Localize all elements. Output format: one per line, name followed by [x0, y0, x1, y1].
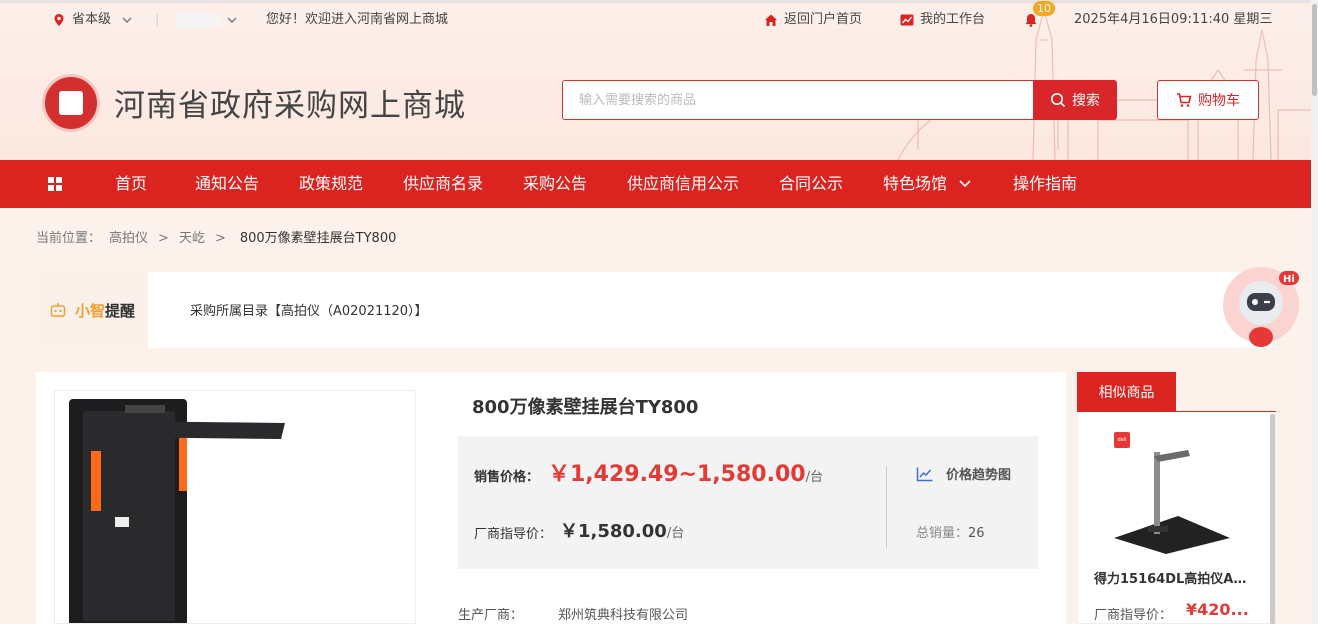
home-icon: [765, 14, 777, 26]
region-selector[interactable]: 省本级: [52, 0, 133, 40]
category-grid-icon[interactable]: [48, 177, 62, 191]
manufacturer-row: 生产厂商： 郑州筑典科技有限公司: [458, 604, 688, 623]
trend-chart-icon: [916, 467, 933, 481]
nav-item-guide[interactable]: 操作指南: [1013, 160, 1077, 208]
user-menu[interactable]: [176, 0, 238, 40]
total-sales-value: 26: [968, 526, 985, 541]
portal-home-label: 返回门户首页: [784, 12, 863, 27]
robot-icon: [50, 303, 66, 317]
breadcrumb-separator: >: [158, 231, 169, 246]
emblem-icon: [59, 91, 83, 115]
price-divider: [886, 466, 887, 548]
product-title: 800万像素壁挂展台TY800: [472, 397, 699, 418]
chevron-down-icon: [959, 180, 971, 188]
svg-text:Hi: Hi: [1283, 274, 1295, 285]
site-logo[interactable]: [42, 74, 100, 132]
search-input[interactable]: [563, 81, 1033, 119]
breadcrumb-link-category[interactable]: 高拍仪: [109, 229, 148, 249]
search-button-label: 搜索: [1072, 93, 1100, 109]
region-label: 省本级: [72, 12, 112, 27]
search-button[interactable]: 搜索: [1033, 80, 1117, 120]
username-redacted: [176, 13, 220, 27]
manufacturer-label: 生产厂商：: [458, 608, 524, 623]
sale-price-value: ￥1,429.49~1,580.00: [548, 462, 806, 487]
breadcrumb-separator: >: [214, 231, 226, 246]
cart-icon: [1177, 93, 1192, 107]
assistant-robot-icon[interactable]: Hi: [1221, 265, 1303, 355]
search-icon: [1051, 93, 1066, 108]
manufacturer-value: 郑州筑典科技有限公司: [558, 608, 689, 623]
datetime-display: 2025年4月16日09:11:40 星期三: [1074, 12, 1273, 27]
nav-item-policies[interactable]: 政策规范: [299, 160, 363, 208]
location-pin-icon: [54, 14, 64, 26]
nav-item-procurement[interactable]: 采购公告: [523, 160, 587, 208]
similar-product-image: [1114, 450, 1230, 554]
sale-price-unit: /台: [805, 470, 823, 485]
portal-home-link[interactable]: 返回门户首页: [764, 0, 862, 40]
guide-price-label: 厂商指导价：: [474, 527, 553, 542]
price-trend-link[interactable]: 价格趋势图: [916, 464, 1011, 483]
sale-price-label: 销售价格：: [474, 470, 540, 485]
sale-price: ￥1,429.49~1,580.00/台: [548, 456, 823, 488]
guide-price-unit: /台: [666, 526, 685, 541]
breadcrumb-current: 800万像素壁挂展台TY800: [239, 231, 397, 246]
total-sales-label: 总销量：: [916, 526, 969, 541]
cart-button-label: 购物车: [1198, 93, 1240, 109]
nav-item-featured[interactable]: 特色场馆: [883, 160, 947, 208]
divider: |: [155, 12, 160, 27]
chart-icon: [900, 14, 914, 26]
catalog-tip-text: 采购所属目录【高拍仪（A02021120）】: [190, 304, 428, 319]
price-trend-label: 价格趋势图: [946, 468, 1012, 483]
guide-price: ￥1,580.00/台: [560, 517, 684, 543]
site-title: 河南省政府采购网上商城: [114, 88, 466, 124]
nav-item-credit[interactable]: 供应商信用公示: [627, 160, 739, 208]
main-nav: 首页 通知公告 政策规范 供应商名录 采购公告 供应商信用公示 合同公示 特色场…: [0, 160, 1311, 208]
bell-icon: [1025, 14, 1037, 27]
workspace-link[interactable]: 我的工作台: [900, 0, 985, 40]
chevron-down-icon: [227, 17, 237, 23]
notification-badge: 10: [1033, 1, 1055, 16]
nav-item-home[interactable]: 首页: [115, 160, 147, 208]
assistant-tag-name: 小智: [74, 301, 105, 320]
document-camera-image: [69, 399, 285, 623]
similar-product-name[interactable]: 得力15164DL高拍仪A4软...: [1094, 568, 1254, 587]
assistant-tag: 小智提醒: [36, 272, 148, 348]
similar-product-card[interactable]: deli 得力15164DL高拍仪A4软... 厂商指导价： ¥420...: [1077, 412, 1276, 624]
assistant-tag-suffix: 提醒: [105, 301, 136, 320]
nav-item-contracts[interactable]: 合同公示: [779, 160, 843, 208]
similar-products-tab[interactable]: 相似商品: [1077, 372, 1176, 412]
search-box: [562, 80, 1034, 120]
similar-price: ¥420...: [1186, 600, 1249, 619]
page-scrollbar-thumb[interactable]: [1312, 4, 1317, 96]
breadcrumb-link-brand[interactable]: 天屹: [179, 229, 205, 249]
greeting-text: 您好！欢迎进入河南省网上商城: [266, 12, 449, 27]
product-image[interactable]: [54, 390, 416, 624]
price-panel: 销售价格： ￥1,429.49~1,580.00/台 厂商指导价： ￥1,580…: [458, 436, 1038, 569]
workspace-label: 我的工作台: [920, 12, 986, 27]
similar-list-scrollbar[interactable]: [1270, 414, 1275, 624]
assistant-tip-bar: 小智提醒 采购所属目录【高拍仪（A02021120）】: [36, 272, 1272, 348]
nav-item-suppliers[interactable]: 供应商名录: [403, 160, 483, 208]
total-sales: 总销量：26: [916, 522, 985, 541]
chevron-down-icon: [122, 17, 132, 23]
similar-price-label: 厂商指导价：: [1094, 608, 1173, 623]
breadcrumb: 当前位置： 高拍仪 > 天屹 > 800万像素壁挂展台TY800: [36, 229, 396, 249]
breadcrumb-prefix: 当前位置：: [36, 231, 102, 246]
guide-price-value: ￥1,580.00: [560, 521, 667, 542]
cart-button[interactable]: 购物车: [1157, 80, 1259, 120]
nav-item-notices[interactable]: 通知公告: [195, 160, 259, 208]
